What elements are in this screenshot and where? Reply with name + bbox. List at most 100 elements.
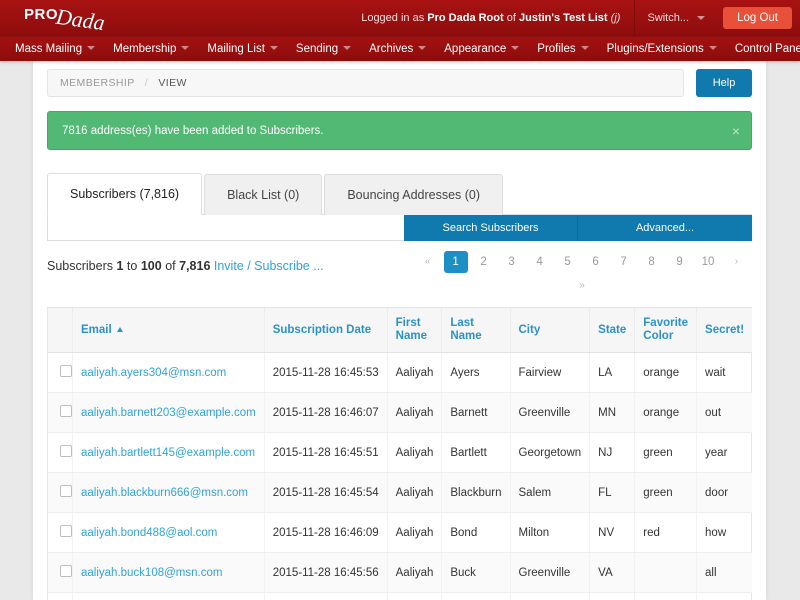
email-link[interactable]: aaliyah.bond488@aol.com (81, 527, 217, 539)
breadcrumb: MEMBERSHIP / VIEW (47, 69, 684, 97)
nav-item-appearance[interactable]: Appearance (435, 37, 528, 62)
pagination-page-10[interactable]: 10 (696, 251, 721, 273)
breadcrumb-current: VIEW (158, 77, 186, 89)
row-select-cell (48, 433, 73, 473)
cell-city: Salem (510, 473, 590, 513)
cell-first-name: Aaliyah (387, 513, 442, 553)
close-icon[interactable]: × (732, 124, 740, 138)
column-header-email[interactable]: Email (73, 308, 265, 353)
column-header-state[interactable]: State (590, 308, 635, 353)
table-header-row: Email Subscription Date First Name Last … (48, 308, 752, 353)
nav-label: Mailing List (207, 43, 265, 55)
tab-bar: Subscribers (7,816) Black List (0) Bounc… (47, 172, 752, 215)
email-link[interactable]: aaliyah.bartlett145@example.com (81, 447, 255, 459)
advanced-search-button[interactable]: Advanced... (578, 215, 752, 241)
email-link[interactable]: aaliyah.buck108@msn.com (81, 567, 222, 579)
summary-prefix: Subscribers (47, 259, 113, 273)
pagination-page-3[interactable]: 3 (500, 251, 524, 273)
cell-last-name: Ayers (442, 353, 510, 393)
email-link[interactable]: aaliyah.barnett203@example.com (81, 407, 256, 419)
cell-favorite-color (635, 553, 697, 593)
email-link[interactable]: aaliyah.blackburn666@msn.com (81, 487, 248, 499)
page-background: MEMBERSHIP / VIEW Help 7816 address(es) … (0, 61, 800, 600)
logged-in-user: Pro Dada Root (427, 12, 503, 24)
cell-state: FL (590, 473, 635, 513)
invite-subscribe-link[interactable]: Invite / Subscribe ... (214, 259, 324, 273)
row-checkbox[interactable] (60, 445, 72, 457)
logout-button[interactable]: Log Out (723, 7, 792, 29)
search-bar: Search Subscribers Advanced... (47, 215, 752, 241)
pagination-page-1[interactable]: 1 (444, 251, 468, 273)
nav-item-archives[interactable]: Archives (360, 37, 435, 62)
cell-state: NJ (590, 433, 635, 473)
cell-favorite-color: orange (635, 393, 697, 433)
search-input[interactable] (47, 215, 404, 241)
cell-state: VA (590, 553, 635, 593)
column-header-favorite-color[interactable]: Favorite Color (635, 308, 697, 353)
row-checkbox[interactable] (60, 485, 72, 497)
switch-label: Switch... (647, 12, 689, 24)
column-header-last-name[interactable]: Last Name (442, 308, 510, 353)
nav-item-plugins-extensions[interactable]: Plugins/Extensions (598, 37, 726, 62)
help-button[interactable]: Help (696, 69, 752, 97)
pagination-page-6[interactable]: 6 (584, 251, 608, 273)
table-head: Email Subscription Date First Name Last … (48, 308, 752, 353)
summary-total: 7,816 (179, 259, 210, 273)
cell-last-name: Blackburn (442, 473, 510, 513)
cell-last-name: Bartlett (442, 433, 510, 473)
switch-list-dropdown[interactable]: Switch... (635, 0, 717, 36)
row-select-cell (48, 353, 73, 393)
chevron-down-icon (581, 46, 589, 50)
row-checkbox[interactable] (60, 565, 72, 577)
row-checkbox[interactable] (60, 525, 72, 537)
column-header-subscription-date[interactable]: Subscription Date (264, 308, 387, 353)
cell-email: aaliyah.bartlett145@example.com (73, 433, 265, 473)
nav-label: Appearance (444, 43, 506, 55)
table-row: aaliyah.barnett203@example.com 2015-11-2… (48, 393, 752, 433)
subscribers-table: Email Subscription Date First Name Last … (48, 308, 752, 600)
pagination-page-4[interactable]: 4 (528, 251, 552, 273)
tab-black-list[interactable]: Black List (0) (204, 174, 322, 215)
cell-city: Salem (510, 593, 590, 600)
nav-item-sending[interactable]: Sending (287, 37, 360, 62)
pagination-prev[interactable]: « (416, 251, 440, 273)
nav-item-control-panel-settings[interactable]: Control Panel Settings (726, 37, 800, 62)
cell-email: aaliyah.cohen815@yahoo.com (73, 593, 265, 600)
logo-pro-text: PRO (24, 6, 58, 23)
nav-item-profiles[interactable]: Profiles (528, 37, 597, 62)
cell-last-name: Buck (442, 553, 510, 593)
alert-message: 7816 address(es) have been added to Subs… (62, 125, 323, 137)
tab-subscribers[interactable]: Subscribers (7,816) (47, 173, 202, 215)
pagination-page-2[interactable]: 2 (472, 251, 496, 273)
row-checkbox[interactable] (60, 405, 72, 417)
cell-email: aaliyah.blackburn666@msn.com (73, 473, 265, 513)
chevron-down-icon (511, 46, 519, 50)
nav-item-mass-mailing[interactable]: Mass Mailing (6, 37, 104, 62)
pagination-last[interactable]: » (414, 275, 750, 297)
pagination-page-5[interactable]: 5 (556, 251, 580, 273)
nav-item-membership[interactable]: Membership (104, 37, 198, 62)
breadcrumb-root[interactable]: MEMBERSHIP (60, 77, 134, 89)
app-logo[interactable]: PRO Dada (0, 0, 150, 36)
cell-state: LA (590, 353, 635, 393)
pagination-page-7[interactable]: 7 (612, 251, 636, 273)
column-header-select (48, 308, 73, 353)
cell-favorite-color: orange (635, 353, 697, 393)
column-header-city[interactable]: City (510, 308, 590, 353)
column-header-first-name[interactable]: First Name (387, 308, 442, 353)
table-row: aaliyah.buck108@msn.com 2015-11-28 16:45… (48, 553, 752, 593)
tab-bouncing-addresses[interactable]: Bouncing Addresses (0) (324, 174, 503, 215)
pagination-page-9[interactable]: 9 (668, 251, 692, 273)
cell-date: 2015-11-28 16:45:54 (264, 473, 387, 513)
cell-date: 2015-11-28 16:45:56 (264, 553, 387, 593)
search-subscribers-button[interactable]: Search Subscribers (404, 215, 578, 241)
cell-city: Greenville (510, 553, 590, 593)
pagination-page-8[interactable]: 8 (640, 251, 664, 273)
column-header-secret[interactable]: Secret! (697, 308, 753, 353)
pagination-next[interactable]: › (724, 251, 748, 273)
email-link[interactable]: aaliyah.ayers304@msn.com (81, 367, 226, 379)
chevron-down-icon (709, 46, 717, 50)
row-checkbox[interactable] (60, 365, 72, 377)
nav-item-mailing-list[interactable]: Mailing List (198, 37, 287, 62)
cell-city: Georgetown (510, 433, 590, 473)
